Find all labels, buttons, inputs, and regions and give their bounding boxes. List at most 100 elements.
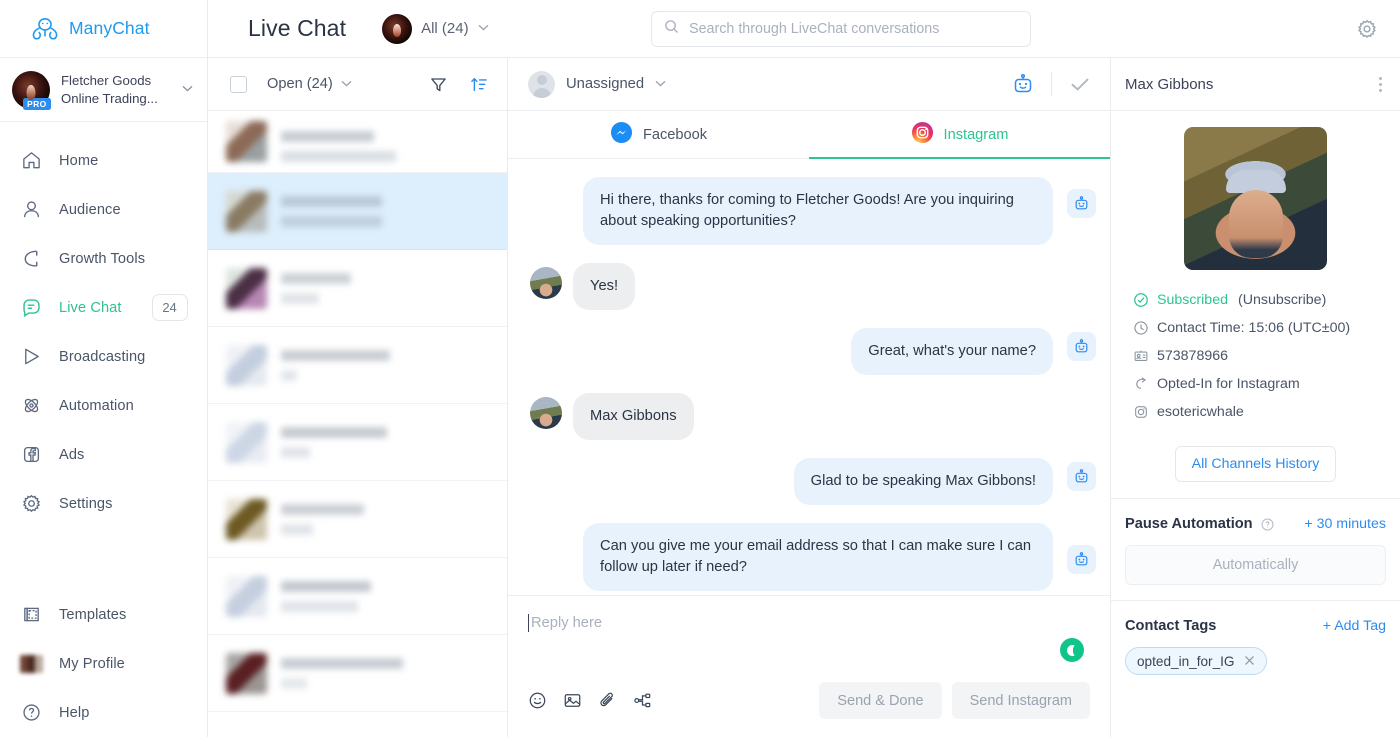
- contact-tag-chip[interactable]: opted_in_for_IG: [1125, 647, 1267, 675]
- composer-icon-group: [528, 691, 652, 710]
- select-all-checkbox[interactable]: [230, 75, 247, 93]
- check-circle-icon: [1133, 292, 1149, 308]
- pause-30-minutes-link[interactable]: + 30 minutes: [1304, 516, 1386, 532]
- conversation-avatar: [226, 421, 267, 463]
- tab-instagram[interactable]: Instagram: [809, 111, 1110, 159]
- sidebar-item-broadcasting[interactable]: Broadcasting: [0, 332, 207, 381]
- sidebar-item-ads[interactable]: Ads: [0, 430, 207, 479]
- conversation-row[interactable]: [208, 327, 507, 404]
- search-input[interactable]: [689, 20, 1019, 37]
- message-row-bot: Hi there, thanks for coming to Fletcher …: [508, 177, 1110, 245]
- send-buttons: Send & Done Send Instagram: [819, 682, 1090, 719]
- contact-tags-title: Contact Tags: [1125, 618, 1217, 634]
- contact-tags-header: Contact Tags + Add Tag: [1125, 618, 1386, 634]
- opt-in-row: Opted-In for Instagram: [1125, 370, 1386, 398]
- sidebar-item-my-profile[interactable]: My Profile: [0, 639, 207, 688]
- send-instagram-button[interactable]: Send Instagram: [951, 682, 1090, 719]
- conversation-row[interactable]: [208, 111, 507, 173]
- question-circle-icon: [20, 701, 43, 724]
- more-options-icon[interactable]: [1379, 76, 1382, 92]
- conversation-preview: [281, 503, 441, 535]
- image-icon[interactable]: [563, 691, 582, 710]
- tab-facebook[interactable]: Facebook: [508, 111, 809, 158]
- emoji-icon[interactable]: [528, 691, 547, 710]
- sidebar-item-live-chat[interactable]: Live Chat 24: [0, 283, 207, 332]
- conversation-row-selected[interactable]: [208, 173, 507, 250]
- status-filter-dropdown[interactable]: Open (24): [267, 76, 352, 92]
- sidebar-item-templates[interactable]: Templates: [0, 590, 207, 639]
- bot-robot-icon[interactable]: [1067, 545, 1096, 574]
- conversation-row[interactable]: [208, 481, 507, 558]
- assignee-label: Unassigned: [566, 76, 645, 92]
- account-filter-dropdown[interactable]: All (24): [382, 13, 489, 44]
- unsubscribe-link[interactable]: (Unsubscribe): [1238, 292, 1326, 308]
- tag-label: opted_in_for_IG: [1137, 653, 1235, 669]
- sidebar-label: Growth Tools: [59, 250, 146, 267]
- conversation-avatar: [226, 498, 267, 540]
- add-tag-link[interactable]: + Add Tag: [1323, 618, 1386, 634]
- messenger-icon: [610, 121, 633, 148]
- question-circle-icon[interactable]: [1260, 517, 1275, 532]
- conversation-preview: [281, 195, 441, 227]
- conversation-preview: [281, 272, 441, 304]
- conversation-row[interactable]: [208, 558, 507, 635]
- conversation-title: [281, 195, 382, 207]
- facebook-ads-icon: [20, 443, 43, 466]
- sidebar-label: My Profile: [59, 655, 125, 672]
- bot-robot-icon[interactable]: [1067, 332, 1096, 361]
- conversation-row[interactable]: [208, 635, 507, 712]
- automation-mode-field[interactable]: Automatically: [1125, 545, 1386, 585]
- contact-details: Subscribed (Unsubscribe) Contact Time: 1…: [1111, 111, 1400, 482]
- templates-icon: [20, 603, 43, 626]
- conversation-snippet: [281, 446, 310, 458]
- message-row-bot: Great, what's your name?: [508, 328, 1110, 375]
- account-name-line2: Online Trading...: [61, 90, 158, 106]
- conversation-row[interactable]: [208, 250, 507, 327]
- sidebar-item-automation[interactable]: Automation: [0, 381, 207, 430]
- id-card-icon: [1133, 348, 1149, 364]
- attachment-icon[interactable]: [598, 691, 617, 710]
- bot-robot-icon[interactable]: [1067, 189, 1096, 218]
- search-box[interactable]: [651, 10, 1032, 47]
- chat-bubble-icon: [20, 296, 43, 319]
- flow-icon[interactable]: [633, 691, 652, 710]
- opt-in-value: Opted-In for Instagram: [1157, 376, 1300, 392]
- settings-gear-button[interactable]: [1356, 18, 1378, 40]
- send-and-done-button[interactable]: Send & Done: [819, 682, 942, 719]
- sidebar-label: Settings: [59, 495, 113, 512]
- close-icon[interactable]: [1244, 654, 1255, 669]
- message-list: Hi there, thanks for coming to Fletcher …: [508, 159, 1110, 595]
- pause-automation-title: Pause Automation: [1125, 516, 1253, 532]
- sidebar-label: Live Chat: [59, 299, 122, 316]
- all-channels-history-button[interactable]: All Channels History: [1174, 446, 1337, 482]
- octopus-logo-icon: [30, 16, 60, 42]
- reply-input[interactable]: Reply here: [528, 614, 602, 632]
- checkmark-icon[interactable]: [1068, 72, 1092, 96]
- conversation-avatar: [226, 344, 267, 386]
- message-bubble: Can you give me your email address so th…: [583, 523, 1053, 591]
- account-filter-avatar: [382, 13, 413, 44]
- sidebar-item-audience[interactable]: Audience: [0, 185, 207, 234]
- sidebar-item-home[interactable]: Home: [0, 136, 207, 185]
- chevron-down-icon: [341, 79, 352, 90]
- live-chat-count-badge: 24: [151, 294, 188, 321]
- account-switcher[interactable]: PRO Fletcher Goods Online Trading...: [0, 58, 207, 122]
- sort-ascending-icon[interactable]: [470, 75, 489, 94]
- brand-header[interactable]: ManyChat: [0, 0, 207, 58]
- pro-badge: PRO: [23, 98, 51, 110]
- account-filter-label: All (24): [421, 20, 469, 37]
- bot-robot-icon[interactable]: [1011, 72, 1035, 96]
- assignee-dropdown[interactable]: Unassigned: [528, 70, 666, 98]
- sidebar-label: Help: [59, 704, 90, 721]
- filter-funnel-icon[interactable]: [429, 75, 448, 94]
- sidebar-item-settings[interactable]: Settings: [0, 479, 207, 528]
- conversation-row[interactable]: [208, 404, 507, 481]
- contact-panel: Max Gibbons Subscribed (Unsubscribe) Con…: [1110, 58, 1400, 737]
- message-row-bot: Can you give me your email address so th…: [508, 523, 1110, 591]
- sidebar-item-growth-tools[interactable]: Growth Tools: [0, 234, 207, 283]
- sidebar-item-help[interactable]: Help: [0, 688, 207, 737]
- bot-robot-icon[interactable]: [1067, 462, 1096, 491]
- gear-icon: [20, 492, 43, 515]
- opt-in-icon: [1133, 376, 1149, 392]
- search-icon: [664, 19, 679, 39]
